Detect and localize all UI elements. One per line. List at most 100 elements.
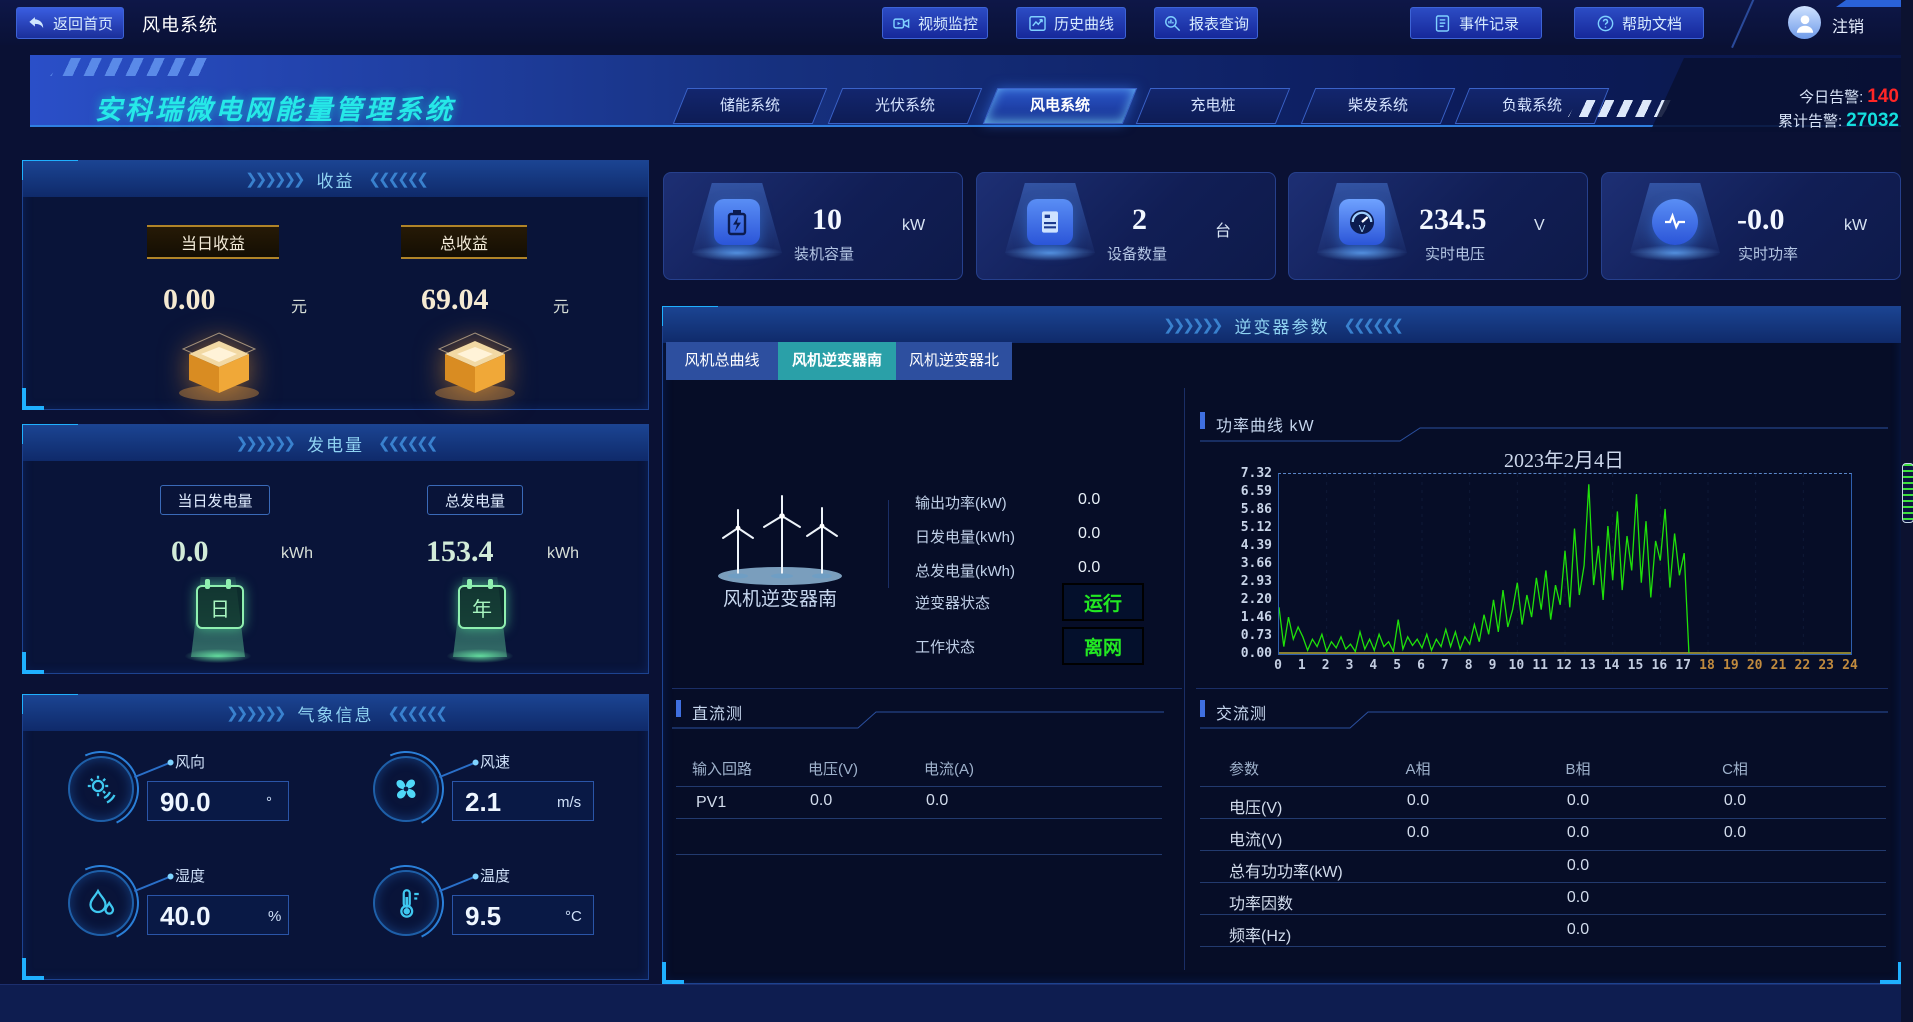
daily-energy-value: 0.0 — [1078, 525, 1100, 543]
table-line — [1200, 946, 1886, 947]
ac-col-c: C相 — [1715, 758, 1755, 779]
tab-label: 储能系统 — [720, 97, 780, 114]
tab-turbine-inverter-north[interactable]: 风机逆变器北 — [896, 342, 1012, 380]
kpi-label: 实时电压 — [1425, 243, 1485, 264]
logout-link[interactable]: 注销 — [1832, 13, 1864, 37]
x-tick: 4 — [1362, 658, 1384, 673]
event-log-button[interactable]: 事件记录 — [1410, 7, 1542, 39]
chevrons-right-icon: ❯❯❯❯❯❯ — [236, 434, 293, 452]
wind-direction-unit: ° — [266, 794, 272, 811]
x-tick: 2 — [1315, 658, 1337, 673]
temperature-label: 温度 — [480, 865, 510, 886]
back-home-button[interactable]: 返回首页 — [16, 7, 124, 39]
wind-direction-display: 90.0 ° — [147, 781, 289, 821]
history-curve-button[interactable]: 历史曲线 — [1016, 7, 1126, 39]
power-wave-icon — [1652, 199, 1698, 245]
revenue-panel-header: ❯❯❯❯❯❯ 收益 ❮❮❮❮❮❮ — [23, 161, 648, 197]
daily-generation-label: 当日发电量 — [160, 485, 270, 515]
table-line — [676, 854, 1162, 855]
ac-row-label: 电流(V) — [1229, 826, 1282, 850]
kpi-label: 实时功率 — [1738, 243, 1798, 264]
hazard-stripes-left — [50, 58, 215, 76]
temperature-value: 9.5 — [465, 901, 501, 932]
total-revenue-value: 69.04 — [421, 283, 489, 317]
tab-pv-system[interactable]: 光伏系统 — [835, 88, 975, 124]
today-alerts-label: 今日告警: — [1799, 89, 1863, 106]
tab-storage-system[interactable]: 储能系统 — [680, 88, 820, 124]
x-tick: 8 — [1458, 658, 1480, 673]
page-title: 风电系统 — [142, 11, 218, 37]
dc-row-current: 0.0 — [926, 792, 948, 810]
tab-turbine-inverter-south[interactable]: 风机逆变器南 — [778, 342, 896, 380]
glow — [1316, 245, 1408, 261]
tab-wind-system[interactable]: 风电系统 — [990, 88, 1130, 124]
y-tick: 1.46 — [1241, 610, 1272, 625]
dc-row-name: PV1 — [696, 794, 726, 812]
kpi-value: 234.5 — [1419, 203, 1487, 237]
voltmeter-icon: V — [1339, 199, 1385, 245]
kpi-value: -0.0 — [1737, 203, 1785, 237]
avatar[interactable] — [1788, 6, 1821, 39]
ac-cell: 0.0 — [1398, 824, 1438, 842]
alert-summary: 今日告警:140 累计告警:27032 — [1650, 58, 1913, 132]
daily-revenue-value: 0.00 — [163, 283, 216, 317]
x-tick: 12 — [1553, 658, 1575, 673]
history-curve-label: 历史曲线 — [1054, 13, 1114, 34]
x-tick: 15 — [1625, 658, 1647, 673]
wind-power-dashboard: 返回首页 风电系统 视频监控 历史曲线 报表查询 事件记录 帮助文档 注销 — [0, 0, 1913, 1022]
sub-tab-label: 风机总曲线 — [684, 352, 759, 369]
x-tick: 21 — [1768, 658, 1790, 673]
tab-label: 光伏系统 — [875, 97, 935, 114]
ac-cell: 0.0 — [1715, 824, 1755, 842]
work-state-label: 工作状态 — [915, 636, 975, 657]
weather-panel-header: ❯❯❯❯❯❯ 气象信息 ❮❮❮❮❮❮ — [23, 695, 648, 731]
total-energy-value: 0.0 — [1078, 559, 1100, 577]
help-doc-button[interactable]: 帮助文档 — [1574, 7, 1704, 39]
ac-cell: 0.0 — [1558, 889, 1598, 907]
dc-col-loop: 输入回路 — [692, 758, 752, 779]
video-monitor-button[interactable]: 视频监控 — [882, 7, 988, 39]
x-tick: 22 — [1791, 658, 1813, 673]
kpi-unit: 台 — [1215, 217, 1231, 241]
tab-charging-pile[interactable]: 充电桩 — [1143, 88, 1283, 124]
table-line — [676, 786, 1162, 787]
tab-diesel-system[interactable]: 柴发系统 — [1308, 88, 1448, 124]
kpi-unit: kW — [1844, 217, 1867, 235]
today-alerts: 今日告警:140 — [1799, 86, 1899, 108]
tab-turbine-total-curve[interactable]: 风机总曲线 — [666, 342, 778, 380]
device-name: 风机逆变器南 — [690, 584, 870, 611]
inverter-panel-title: 逆变器参数 — [1235, 313, 1330, 338]
report-query-button[interactable]: 报表查询 — [1154, 7, 1258, 39]
y-tick: 2.93 — [1241, 574, 1272, 589]
wind-speed-value: 2.1 — [465, 787, 501, 818]
dc-row-voltage: 0.0 — [810, 792, 832, 810]
y-tick: 0.73 — [1241, 628, 1272, 643]
weather-panel: ❯❯❯❯❯❯ 气象信息 ❮❮❮❮❮❮ 风向 90.0 ° 风速 2.1 m/s … — [22, 694, 649, 980]
output-power-value: 0.0 — [1078, 491, 1100, 509]
ac-row-label: 功率因数 — [1229, 890, 1293, 914]
table-line — [1200, 850, 1886, 851]
report-query-label: 报表查询 — [1189, 13, 1249, 34]
chart-y-axis: 7.326.595.865.124.393.662.932.201.460.73… — [1216, 466, 1272, 646]
ac-cell: 0.0 — [1558, 921, 1598, 939]
glow — [1004, 245, 1096, 261]
glow — [1629, 245, 1721, 261]
hazard-stripes-right — [1568, 100, 1672, 117]
x-tick: 5 — [1386, 658, 1408, 673]
help-doc-label: 帮助文档 — [1622, 13, 1682, 34]
x-tick: 0 — [1267, 658, 1289, 673]
x-tick: 23 — [1815, 658, 1837, 673]
x-tick: 7 — [1434, 658, 1456, 673]
x-tick: 13 — [1577, 658, 1599, 673]
chart-x-axis: 0123456789101112131415161718192021222324 — [1278, 658, 1850, 676]
user-icon — [1792, 10, 1818, 36]
ac-row-label: 电压(V) — [1229, 794, 1282, 818]
corner-accent — [662, 962, 684, 984]
y-tick: 4.39 — [1241, 538, 1272, 553]
report-search-icon — [1163, 14, 1182, 33]
x-tick: 14 — [1601, 658, 1623, 673]
chart-date-title: 2023年2月4日 — [1278, 444, 1850, 473]
y-tick: 2.20 — [1241, 592, 1272, 607]
scrollbar-thumb[interactable] — [1902, 463, 1913, 523]
tab-label: 负载系统 — [1502, 97, 1562, 114]
